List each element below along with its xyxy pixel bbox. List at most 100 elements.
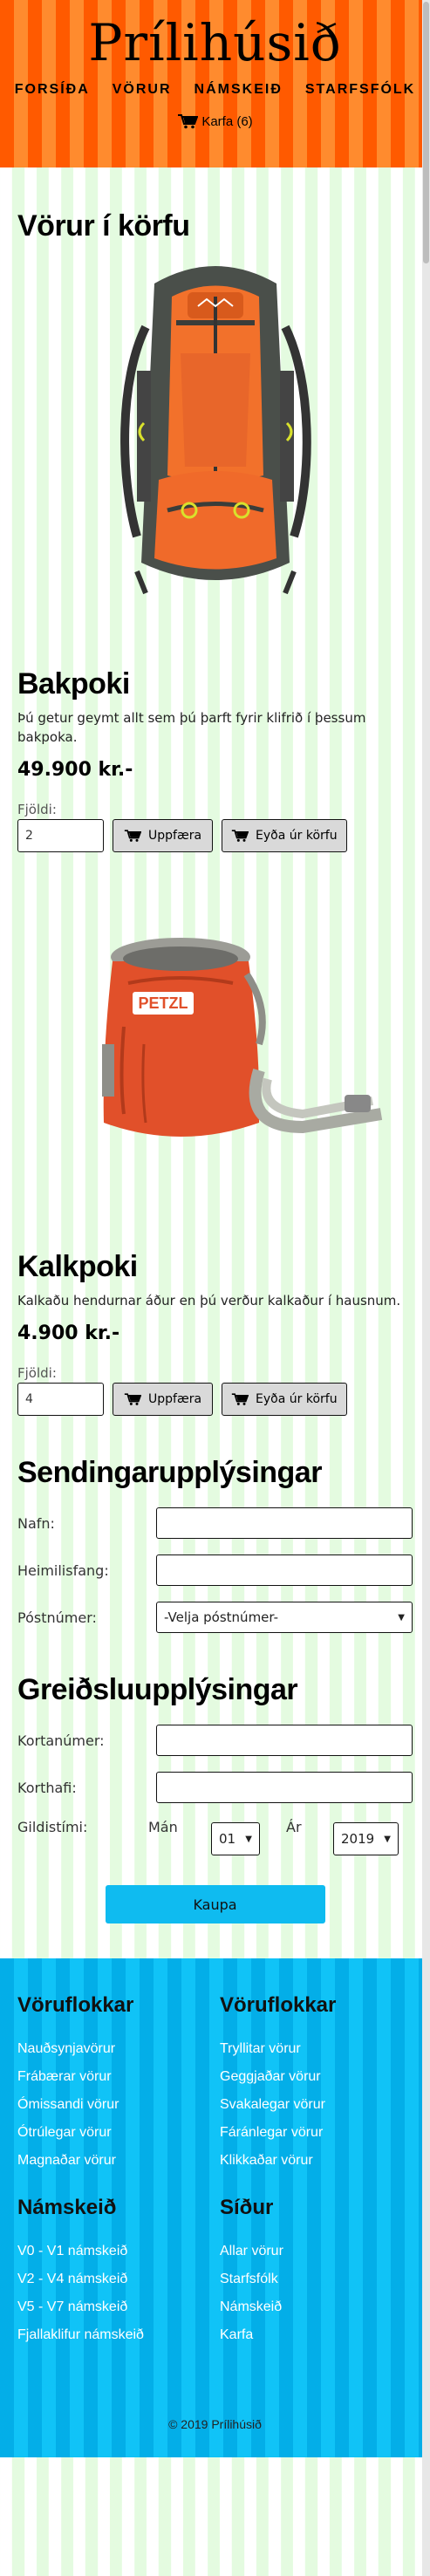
name-input[interactable]: [156, 1507, 413, 1539]
remove-button[interactable]: Eyða úr körfu: [222, 819, 347, 852]
site-title[interactable]: Prílihúsið: [0, 9, 430, 77]
product-price: 49.900 kr.-: [17, 759, 133, 781]
footer-heading: Vöruflokkar: [220, 1993, 337, 2017]
footer-link[interactable]: Námskeið: [220, 2293, 413, 2321]
footer-link[interactable]: Magnaðar vörur: [17, 2147, 220, 2175]
footer-link[interactable]: Fáránlegar vörur: [220, 2119, 413, 2147]
quantity-label: Fjöldi:: [17, 802, 57, 817]
remove-button-label: Eyða úr körfu: [256, 1392, 338, 1406]
footer-heading: Síður: [220, 2196, 274, 2219]
product-name: Kalkpoki: [17, 1250, 138, 1283]
footer-link[interactable]: Karfa: [220, 2321, 413, 2349]
card-holder-row: Korthafi:: [17, 1772, 413, 1803]
card-holder-label: Korthafi:: [17, 1779, 77, 1796]
footer-link[interactable]: Allar vörur: [220, 2238, 413, 2265]
footer-link[interactable]: Ómissandi vörur: [17, 2091, 220, 2119]
footer-link[interactable]: Ótrúlegar vörur: [17, 2119, 220, 2147]
quantity-input[interactable]: [17, 819, 104, 852]
update-button[interactable]: Uppfæra: [113, 819, 214, 852]
update-button-label: Uppfæra: [148, 829, 202, 843]
site-footer: Vöruflokkar Nauðsynjavörur Frábærar vöru…: [0, 1958, 430, 2457]
card-holder-input[interactable]: [156, 1772, 413, 1803]
quantity-label: Fjöldi:: [17, 1365, 57, 1381]
cart-item: Bakpoki Þú getur geymt allt sem þú þarft…: [17, 249, 413, 852]
nav-item-vorur[interactable]: VÖRUR: [113, 82, 172, 98]
cart-label: Karfa (6): [201, 113, 253, 129]
address-label: Heimilisfang:: [17, 1561, 109, 1579]
expiry-row: Gildistími: Mán 01 ▼ Ár 2019 ▼: [17, 1819, 413, 1855]
year-label: Ár: [286, 1819, 302, 1835]
chevron-down-icon: ▼: [245, 1834, 252, 1844]
postcode-select[interactable]: -Velja póstnúmer- ▼: [156, 1602, 413, 1633]
expiry-label: Gildistími:: [17, 1819, 88, 1835]
payment-title: Greiðsluupplýsingar: [17, 1673, 298, 1706]
footer-column-categories-1: Vöruflokkar Nauðsynjavörur Frábærar vöru…: [17, 1993, 220, 2175]
cart-link[interactable]: Karfa (6): [177, 113, 253, 129]
postcode-label: Póstnúmer:: [17, 1609, 97, 1626]
product-description: Kalkaðu hendurnar áður en þú verður kalk…: [17, 1293, 401, 1308]
nav-item-namskeid[interactable]: NÁMSKEIÐ: [195, 82, 283, 98]
page-scrollbar[interactable]: [422, 0, 430, 2576]
chevron-down-icon: ▼: [398, 1612, 405, 1623]
year-select-value: 2019: [341, 1831, 375, 1847]
card-number-input[interactable]: [156, 1725, 413, 1756]
update-button[interactable]: Uppfæra: [113, 1383, 214, 1416]
nav-item-forsida[interactable]: FORSÍÐA: [15, 82, 90, 98]
footer-link[interactable]: Geggjaðar vörur: [220, 2063, 413, 2091]
cart-icon: [178, 114, 199, 129]
chevron-down-icon: ▼: [384, 1834, 391, 1844]
footer-link[interactable]: Starfsfólk: [220, 2265, 413, 2293]
footer-heading: Námskeið: [17, 2196, 117, 2219]
backpack-image: [119, 266, 311, 595]
site-header: Prílihúsið FORSÍÐA VÖRUR NÁMSKEIÐ STARFS…: [0, 0, 430, 167]
footer-link[interactable]: Fjallaklifur námskeið: [17, 2321, 220, 2349]
product-price: 4.900 kr.-: [17, 1322, 120, 1344]
year-select[interactable]: 2019 ▼: [333, 1822, 399, 1855]
footer-column-courses: Námskeið V0 - V1 námskeið V2 - V4 námske…: [17, 2196, 220, 2349]
svg-text:PETZL: PETZL: [138, 994, 188, 1012]
product-description: Þú getur geymt allt sem þú þarft fyrir k…: [17, 710, 366, 745]
footer-link[interactable]: Klikkaðar vörur: [220, 2147, 413, 2175]
month-label: Mán: [148, 1819, 178, 1835]
main-nav: FORSÍÐA VÖRUR NÁMSKEIÐ STARFSFÓLK: [0, 82, 430, 98]
product-name: Bakpoki: [17, 667, 130, 700]
remove-button[interactable]: Eyða úr körfu: [222, 1383, 347, 1416]
shipping-section: Sendingarupplýsingar Nafn: Heimilisfang:…: [17, 1456, 413, 1633]
cart-icon: [231, 830, 249, 842]
update-button-label: Uppfæra: [148, 1392, 202, 1406]
cart-icon: [124, 1393, 141, 1405]
address-input[interactable]: [156, 1554, 413, 1586]
postcode-select-value: -Velja póstnúmer-: [164, 1609, 279, 1625]
address-row: Heimilisfang:: [17, 1554, 413, 1586]
footer-link[interactable]: V2 - V4 námskeið: [17, 2265, 220, 2293]
quantity-row: Uppfæra Eyða úr körfu: [17, 819, 413, 852]
footer-link[interactable]: Nauðsynjavörur: [17, 2035, 220, 2063]
month-select-value: 01: [219, 1831, 236, 1847]
chalk-bag-image: PETZL: [101, 938, 382, 1137]
postcode-row: Póstnúmer: -Velja póstnúmer- ▼: [17, 1602, 413, 1633]
name-label: Nafn:: [17, 1514, 55, 1532]
footer-column-categories-2: Vöruflokkar Tryllitar vörur Geggjaðar vö…: [220, 1993, 413, 2175]
copyright: © 2019 Prílihúsið: [168, 2417, 262, 2431]
footer-heading: Vöruflokkar: [17, 1993, 134, 2017]
footer-link[interactable]: Frábærar vörur: [17, 2063, 220, 2091]
cart-item: PETZL Kalkpoki Kalkaðu hendurnar áður en…: [17, 922, 413, 1416]
name-row: Nafn:: [17, 1507, 413, 1539]
month-select[interactable]: 01 ▼: [211, 1822, 260, 1855]
footer-link[interactable]: Svakalegar vörur: [220, 2091, 413, 2119]
cart-icon: [231, 1393, 249, 1405]
cart-icon: [124, 830, 141, 842]
page-title: Vörur í körfu: [17, 209, 190, 243]
card-row: Kortanúmer:: [17, 1725, 413, 1756]
footer-column-pages: Síður Allar vörur Starfsfólk Námskeið Ka…: [220, 2196, 413, 2349]
footer-link[interactable]: Tryllitar vörur: [220, 2035, 413, 2063]
payment-section: Greiðsluupplýsingar Kortanúmer: Korthafi…: [17, 1673, 413, 1923]
nav-item-starfsfolk[interactable]: STARFSFÓLK: [305, 82, 415, 98]
footer-link[interactable]: V0 - V1 námskeið: [17, 2238, 220, 2265]
quantity-row: Uppfæra Eyða úr körfu: [17, 1383, 413, 1416]
footer-link[interactable]: V5 - V7 námskeið: [17, 2293, 220, 2321]
quantity-input[interactable]: [17, 1383, 104, 1416]
buy-button[interactable]: Kaupa: [105, 1885, 325, 1923]
scrollbar-thumb[interactable]: [423, 2, 429, 263]
shipping-title: Sendingarupplýsingar: [17, 1456, 322, 1489]
